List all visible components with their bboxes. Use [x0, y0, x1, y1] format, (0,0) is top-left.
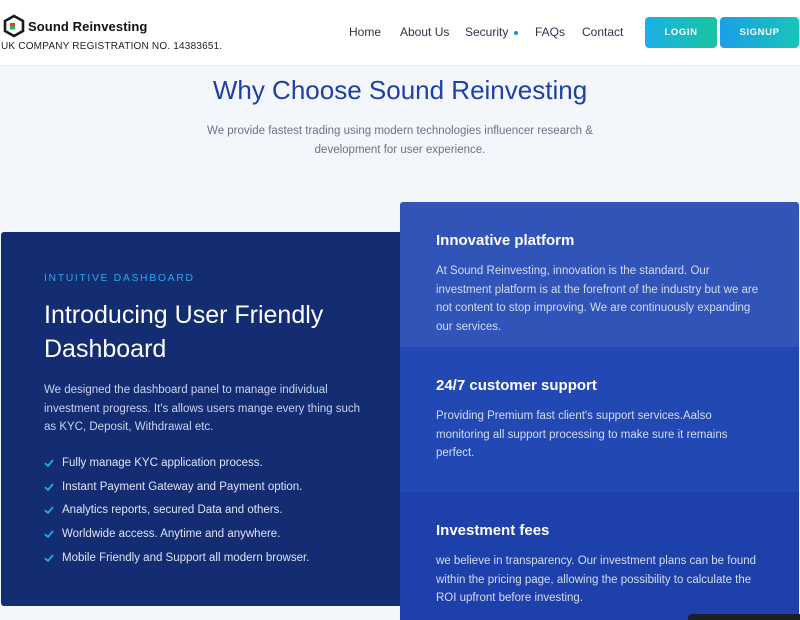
- feature-text: Analytics reports, secured Data and othe…: [62, 504, 283, 517]
- dashboard-description: We designed the dashboard panel to manag…: [44, 384, 361, 433]
- list-item: Mobile Friendly and Support all modern b…: [44, 546, 309, 570]
- login-button[interactable]: LOGIN: [645, 17, 717, 48]
- card-text: we believe in transparency. Our investme…: [436, 555, 757, 605]
- list-item: Analytics reports, secured Data and othe…: [44, 498, 309, 522]
- chat-widget-edge[interactable]: [688, 614, 800, 620]
- list-item: Fully manage KYC application process.: [44, 451, 309, 475]
- brand-name: Sound Reinvesting: [28, 18, 148, 34]
- card-text: Providing Premium fast client's support …: [436, 410, 728, 460]
- dropdown-dot-icon: [514, 30, 519, 35]
- feature-text: Instant Payment Gateway and Payment opti…: [62, 480, 303, 493]
- card-text: At Sound Reinvesting, innovation is the …: [436, 265, 759, 334]
- card-title: Innovative platform: [436, 232, 575, 249]
- nav-security[interactable]: Security: [465, 25, 519, 39]
- check-icon: [44, 506, 54, 515]
- nav-security-label: Security: [465, 25, 509, 39]
- dashboard-kicker: INTUITIVE DASHBOARD: [44, 272, 195, 284]
- check-icon: [44, 554, 54, 562]
- feature-text: Fully manage KYC application process.: [62, 456, 263, 469]
- feature-text: Mobile Friendly and Support all modern b…: [62, 551, 310, 564]
- section-title: Why Choose Sound Reinvesting: [212, 75, 588, 105]
- card-customer-support: 24/7 customer support Providing Premium …: [400, 347, 799, 492]
- brand-logo-link[interactable]: Sound Reinvesting: [2, 14, 147, 38]
- list-item: Worldwide access. Anytime and anywhere.: [44, 522, 309, 546]
- feature-cards: Innovative platform At Sound Reinvesting…: [400, 202, 799, 620]
- dashboard-panel: INTUITIVE DASHBOARD Introducing User Fri…: [1, 232, 411, 606]
- site-header: Sound Reinvesting UK COMPANY REGISTRATIO…: [0, 0, 800, 66]
- feature-text: Worldwide access. Anytime and anywhere.: [62, 527, 281, 540]
- nav-contact[interactable]: Contact: [582, 25, 623, 39]
- card-innovative-platform: Innovative platform At Sound Reinvesting…: [400, 202, 799, 347]
- check-icon: [44, 482, 54, 491]
- card-investment-fees: Investment fees we believe in transparen…: [400, 492, 799, 620]
- brand-logo-icon: [3, 14, 25, 38]
- card-title: 24/7 customer support: [436, 377, 597, 394]
- nav-faqs[interactable]: FAQs: [535, 25, 565, 39]
- company-registration: UK COMPANY REGISTRATION NO. 14383651.: [1, 41, 223, 52]
- feature-list: Fully manage KYC application process. In…: [44, 451, 309, 569]
- card-title: Investment fees: [436, 522, 550, 539]
- nav-home[interactable]: Home: [349, 25, 381, 39]
- check-icon: [44, 459, 54, 468]
- section-subtitle: We provide fastest trading using modern …: [207, 125, 593, 156]
- list-item: Instant Payment Gateway and Payment opti…: [44, 475, 309, 499]
- dashboard-title: Introducing User Friendly Dashboard: [44, 301, 324, 363]
- check-icon: [44, 530, 54, 539]
- signup-button[interactable]: SIGNUP: [720, 17, 799, 48]
- nav-about-us[interactable]: About Us: [400, 25, 449, 39]
